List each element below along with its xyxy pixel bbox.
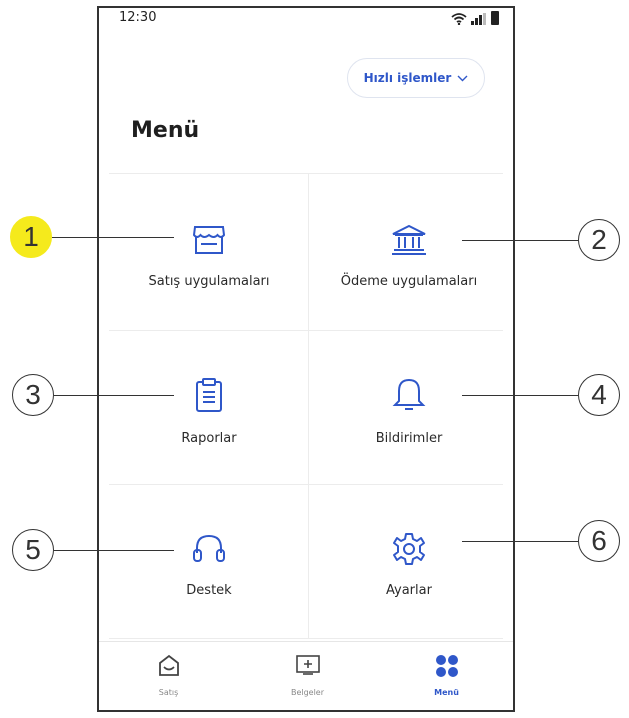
nav-label: Belgeler	[290, 688, 325, 697]
callout-line	[54, 395, 174, 396]
tile-label: Raporlar	[181, 431, 237, 446]
callout-marker: 2	[578, 219, 620, 261]
callout-line	[462, 240, 578, 241]
status-icons	[451, 11, 499, 25]
tile-label: Bildirimler	[375, 431, 443, 446]
callout-line	[54, 550, 174, 551]
headset-icon	[193, 534, 225, 562]
tile-sales-apps[interactable]: Satış uygulamaları	[109, 174, 309, 324]
wifi-icon	[451, 13, 467, 25]
clipboard-icon	[196, 378, 222, 412]
status-time: 12:30	[119, 10, 157, 25]
bank-icon	[392, 224, 426, 255]
quick-actions-label: Hızlı işlemler	[363, 71, 452, 85]
bell-icon	[392, 378, 426, 410]
home-icon	[158, 654, 179, 676]
page-title: Menü	[131, 118, 200, 143]
callout-marker: 1	[10, 216, 52, 258]
chevron-down-icon	[457, 75, 468, 81]
callout-line	[52, 237, 174, 238]
tile-notifications[interactable]: Bildirimler	[309, 331, 509, 481]
tile-settings[interactable]: Ayarlar	[309, 485, 509, 635]
callout-marker: 3	[12, 374, 54, 416]
tile-payment-apps[interactable]: Ödeme uygulamaları	[309, 174, 509, 324]
nav-item-documents[interactable]: Belgeler	[238, 642, 377, 710]
status-bar: 12:30	[99, 8, 513, 30]
nav-label: Menü	[434, 688, 459, 697]
phone-screen: 12:30 Hızlı işlemler Menü Satış uygulama…	[97, 6, 515, 712]
nav-item-sales[interactable]: Satış	[99, 642, 238, 710]
tile-reports[interactable]: Raporlar	[109, 331, 309, 481]
quick-actions-dropdown[interactable]: Hızlı işlemler	[347, 58, 485, 98]
nav-item-menu[interactable]: Menü	[377, 642, 513, 710]
tile-label: Destek	[186, 583, 232, 598]
signal-icon	[471, 13, 486, 25]
storefront-icon	[192, 226, 226, 254]
tile-label: Ödeme uygulamaları	[340, 274, 478, 289]
callout-marker: 6	[578, 520, 620, 562]
callout-marker: 4	[578, 374, 620, 416]
callout-marker: 5	[12, 529, 54, 571]
nav-label: Satış	[158, 688, 179, 697]
gear-icon	[393, 533, 425, 565]
tile-label: Satış uygulamaları	[148, 274, 270, 289]
document-add-icon	[295, 655, 320, 675]
divider	[109, 638, 503, 639]
bottom-nav: Satış Belgeler Menü	[99, 641, 513, 710]
tile-label: Ayarlar	[386, 583, 432, 598]
tile-support[interactable]: Destek	[109, 485, 309, 635]
callout-line	[462, 541, 578, 542]
grid-icon	[435, 655, 458, 677]
battery-icon	[491, 11, 499, 25]
callout-line	[462, 395, 578, 396]
